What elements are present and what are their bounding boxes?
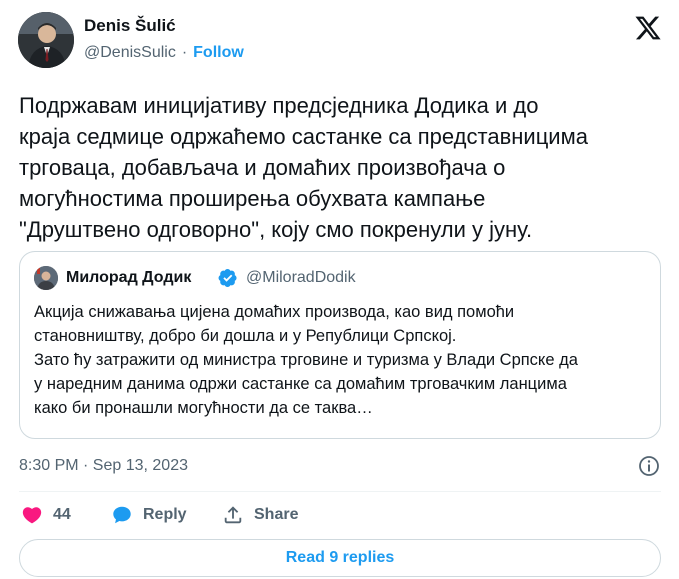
read-replies-button[interactable]: Read 9 replies xyxy=(19,539,661,577)
share-button[interactable]: Share xyxy=(222,503,298,527)
reply-bubble-icon xyxy=(113,506,131,524)
tweet-text: Подржавам иницијативу предсједника Додик… xyxy=(19,93,588,242)
author-handle-row: @DenisSulic · Follow xyxy=(84,44,244,62)
quoted-author-name: Милорад Додик xyxy=(66,269,192,286)
verified-badge-icon xyxy=(218,268,238,288)
quoted-tweet[interactable]: Милорад Додик @MiloradDodik Акција снижа… xyxy=(19,251,661,439)
divider xyxy=(19,491,661,492)
share-icon xyxy=(224,506,242,524)
author-handle[interactable]: @DenisSulic xyxy=(84,44,176,61)
x-logo-icon[interactable] xyxy=(634,14,662,42)
like-button[interactable]: 44 xyxy=(21,503,71,527)
quoted-author-avatar xyxy=(34,266,58,290)
author-avatar[interactable] xyxy=(18,12,74,68)
tweet-timestamp[interactable]: 8:30 PM · Sep 13, 2023 xyxy=(19,457,188,475)
info-icon[interactable] xyxy=(637,454,661,478)
quoted-author-handle: @MiloradDodik xyxy=(246,269,356,286)
share-label: Share xyxy=(254,506,299,523)
follow-button[interactable]: Follow xyxy=(193,44,244,61)
author-name[interactable]: Denis Šulić xyxy=(84,16,176,36)
like-count: 44 xyxy=(53,506,71,523)
reply-button[interactable]: Reply xyxy=(111,503,187,527)
heart-icon xyxy=(22,507,42,524)
author-avatar-image xyxy=(18,12,74,68)
separator-dot: · xyxy=(181,44,188,61)
quoted-tweet-text: Акција снижавања цијена домаћих производ… xyxy=(34,303,578,417)
reply-label: Reply xyxy=(143,506,187,523)
